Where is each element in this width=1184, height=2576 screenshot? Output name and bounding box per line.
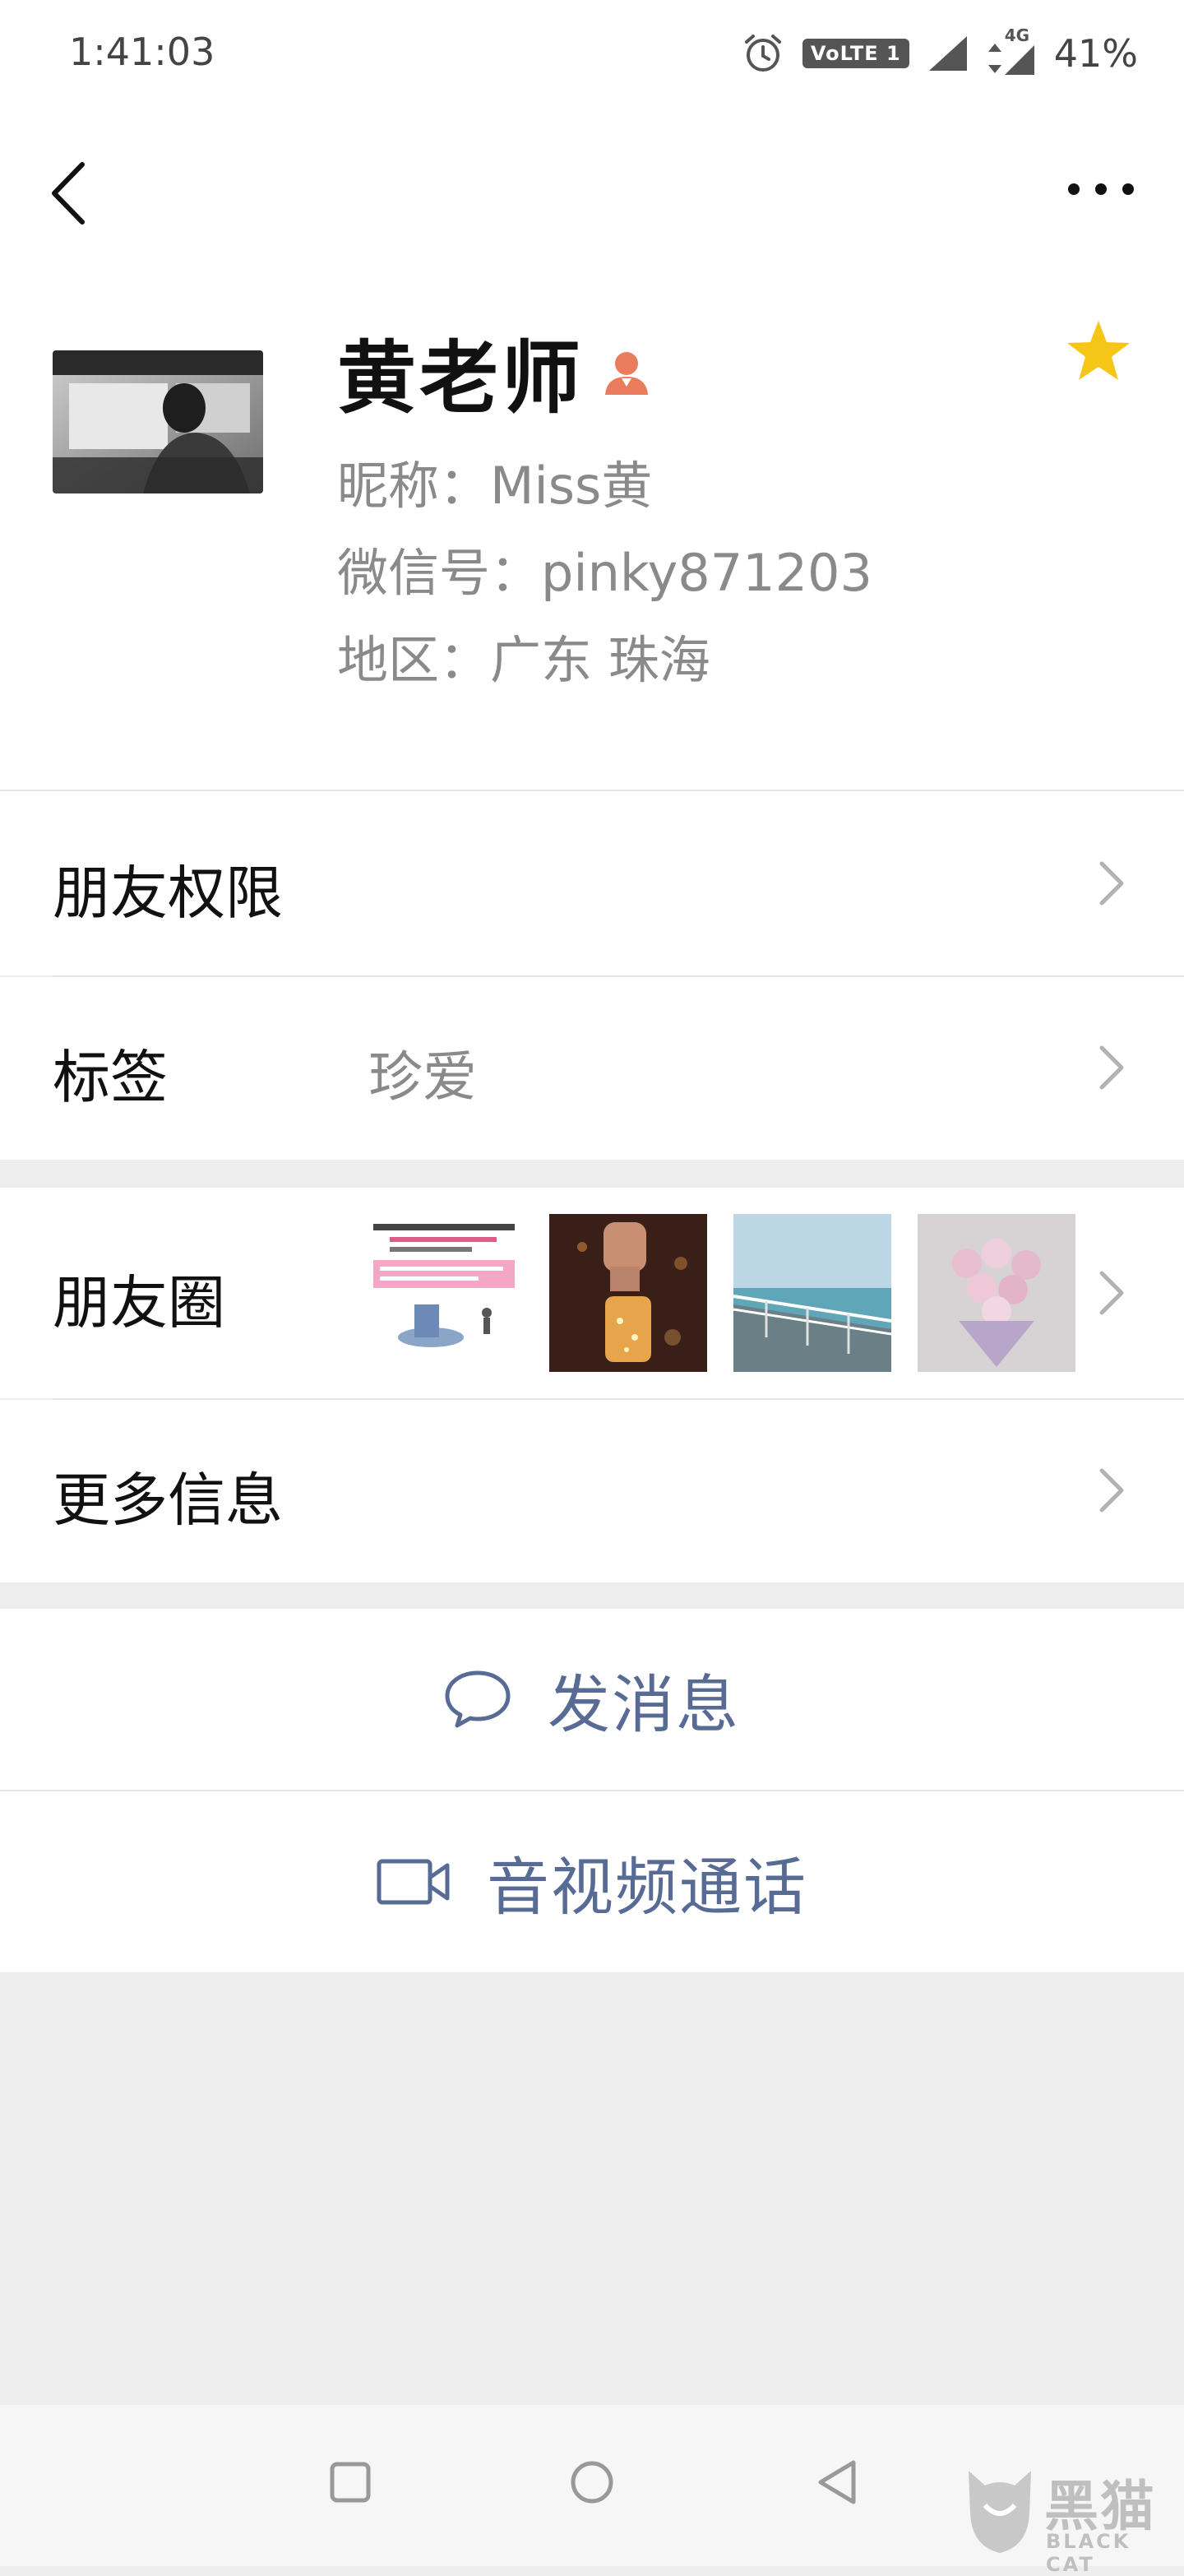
back-button[interactable] [43, 156, 92, 230]
cat-logo-icon [969, 2471, 1031, 2553]
volte-badge: VoLTE 1 [802, 39, 909, 68]
system-back-button[interactable] [816, 2458, 858, 2507]
top-bar [0, 107, 1184, 263]
network-type: 4G [1004, 25, 1030, 45]
person-icon [605, 351, 648, 395]
chat-bubble-icon [445, 1670, 511, 1728]
wechat-id-line: 微信号：pinky871203 [337, 543, 872, 603]
send-message-label: 发消息 [548, 1668, 740, 1741]
video-call-button[interactable]: 音视频通话 [0, 1791, 1184, 1972]
chevron-right-icon [1099, 1468, 1124, 1513]
video-camera-icon [377, 1859, 450, 1905]
signal-4g-group: 4G [987, 25, 1036, 76]
status-bar: 1:41:03 VoLTE 1 4G 41% [0, 0, 1184, 107]
status-icons: VoLTE 1 4G 41% [742, 25, 1138, 82]
tags-row[interactable]: 标签 珍爱 [0, 977, 1184, 1160]
more-info-row[interactable]: 更多信息 [0, 1400, 1184, 1582]
nickname-line: 昵称：Miss黄 [337, 456, 653, 516]
more-options-button[interactable] [1064, 173, 1138, 206]
moments-thumbnails [365, 1214, 1075, 1372]
avatar[interactable] [53, 350, 263, 493]
watermark-en: BLACK CAT [1046, 2530, 1131, 2576]
home-button[interactable] [569, 2459, 615, 2505]
moments-thumbnail[interactable] [549, 1214, 707, 1372]
friend-permissions-label: 朋友权限 [53, 859, 283, 927]
chevron-right-icon [1099, 1271, 1124, 1315]
profile-card: 黄老师 昵称：Miss黄 微信号：pinky871203 地区：广东 珠海 [0, 263, 1184, 790]
battery-level: 41% [1053, 31, 1138, 76]
alarm-icon [744, 35, 781, 72]
friend-permissions-row[interactable]: 朋友权限 [0, 791, 1184, 975]
region-line: 地区：广东 珠海 [337, 630, 710, 690]
status-time: 1:41:03 [69, 30, 215, 74]
contact-name: 黄老师 [337, 332, 584, 424]
chevron-right-icon [1099, 1045, 1124, 1090]
video-call-label: 音视频通话 [487, 1851, 807, 1924]
data-transfer-icon [987, 44, 1001, 73]
star-icon [1067, 321, 1130, 380]
moments-thumbnail[interactable] [918, 1214, 1075, 1372]
signal-4g-icon [1004, 45, 1034, 75]
moments-label: 朋友圈 [53, 1269, 225, 1337]
name-row: 黄老师 [337, 314, 653, 429]
recents-button[interactable] [329, 2459, 372, 2505]
signal-icon [928, 36, 967, 71]
more-info-label: 更多信息 [53, 1466, 283, 1534]
watermark: 黑猫 BLACK CAT [954, 2459, 1184, 2576]
tags-label: 标签 [53, 1044, 168, 1111]
moments-thumbnail[interactable] [365, 1214, 523, 1372]
moments-thumbnail[interactable] [733, 1214, 891, 1372]
chevron-right-icon [1099, 861, 1124, 906]
send-message-button[interactable]: 发消息 [0, 1609, 1184, 1790]
tags-value: 珍爱 [368, 1045, 477, 1109]
